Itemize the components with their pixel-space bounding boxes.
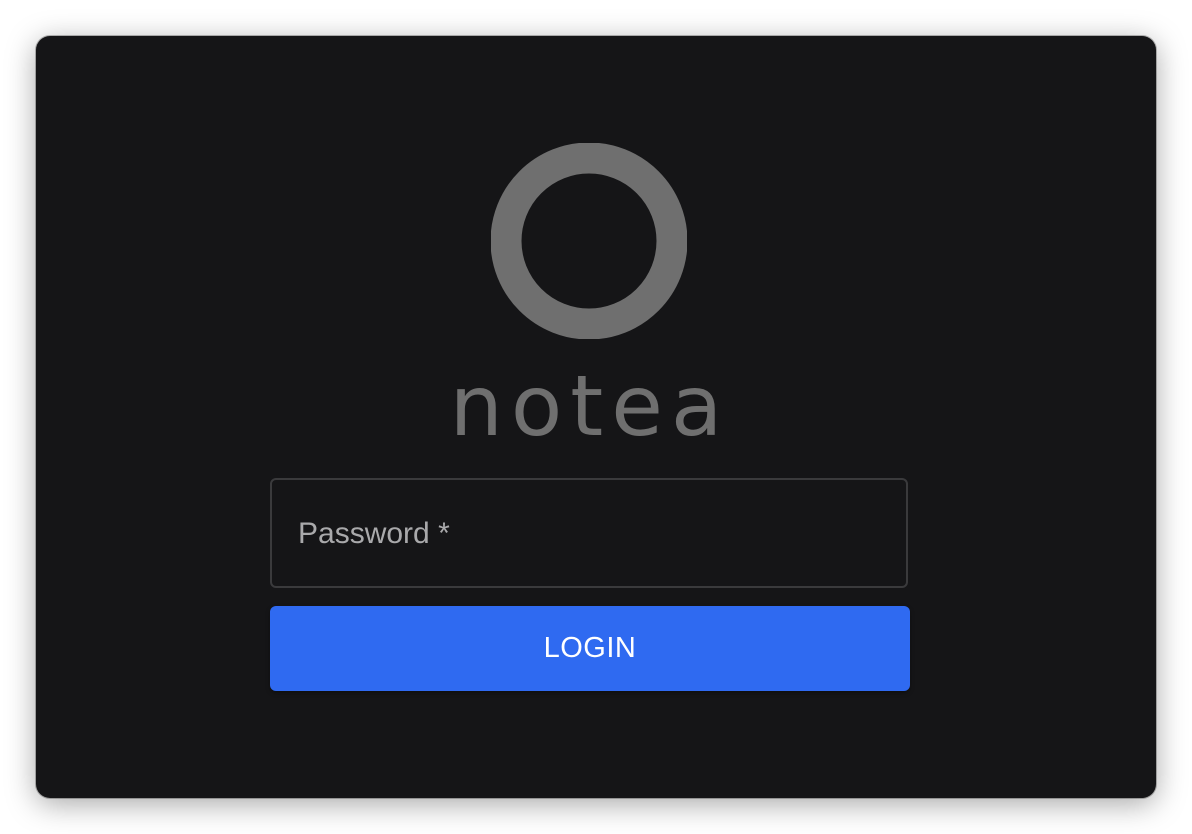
password-field[interactable]: Password * xyxy=(270,478,908,588)
required-marker: * xyxy=(438,517,450,550)
login-button[interactable]: LOGIN xyxy=(270,606,910,691)
password-label: Password * xyxy=(298,516,450,552)
password-label-text: Password xyxy=(298,517,430,550)
ring-logo-icon xyxy=(491,143,687,339)
login-window: notea Password * LOGIN xyxy=(36,36,1156,798)
app-logo-text: notea xyxy=(449,357,731,455)
